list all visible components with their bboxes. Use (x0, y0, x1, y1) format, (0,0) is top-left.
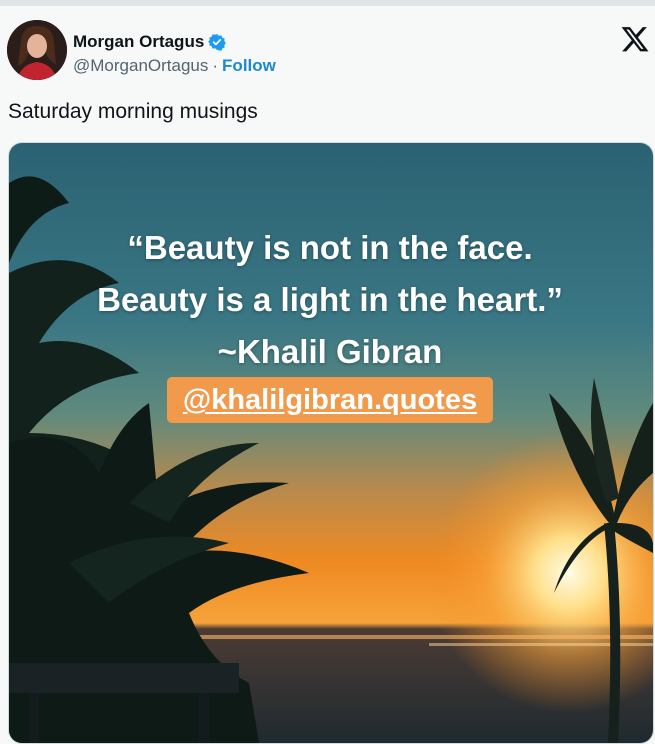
quote-text: “Beauty is not in the face. Beauty is a … (0, 222, 655, 378)
follow-button[interactable]: Follow (222, 56, 276, 76)
tweet-text: Saturday morning musings (8, 100, 258, 123)
quote-line-2: Beauty is a light in the heart.” (97, 281, 563, 318)
handle-row: @MorganOrtagus · Follow (73, 56, 276, 76)
top-divider (0, 0, 655, 6)
verified-badge-icon (208, 33, 227, 51)
quote-line-1: “Beauty is not in the face. (127, 229, 533, 266)
quote-author: ~Khalil Gibran (217, 333, 443, 370)
avatar[interactable] (7, 20, 67, 80)
separator-dot: · (212, 56, 219, 75)
display-name[interactable]: Morgan Ortagus (73, 32, 204, 52)
handle[interactable]: @MorganOrtagus (73, 56, 208, 76)
quote-source-tag: @khalilgibran.quotes (166, 377, 494, 423)
name-row: Morgan Ortagus (73, 30, 227, 54)
tweet-header: Morgan Ortagus @MorganOrtagus · Follow (7, 20, 652, 86)
x-logo-icon[interactable] (620, 24, 650, 54)
quote-tag-wrapper: @khalilgibran.quotes (0, 377, 655, 423)
